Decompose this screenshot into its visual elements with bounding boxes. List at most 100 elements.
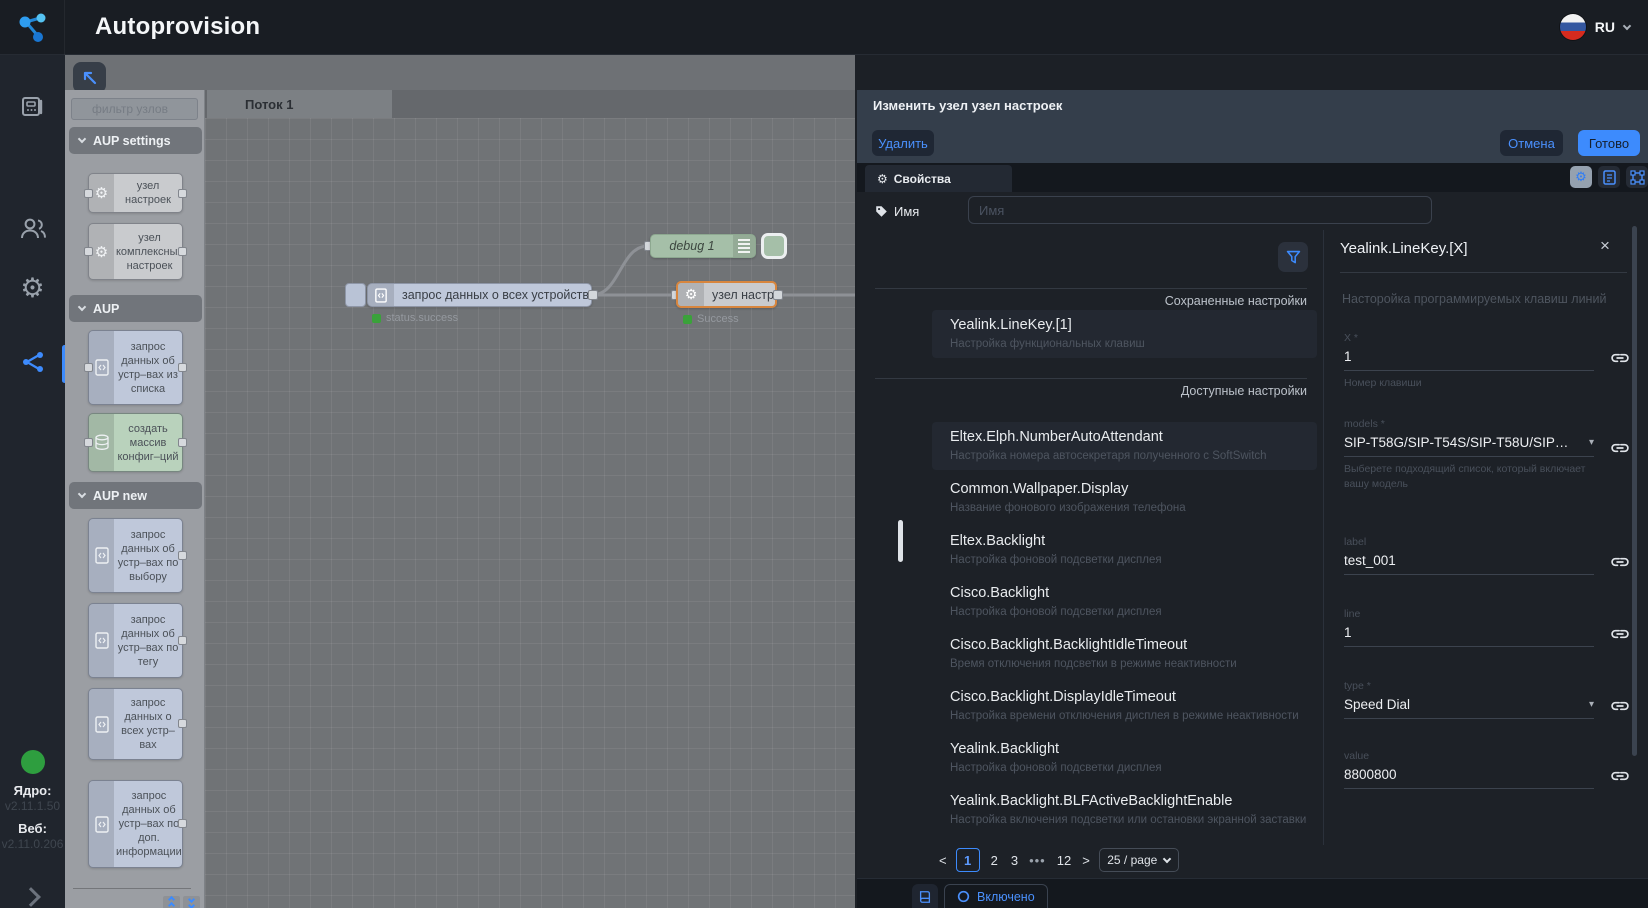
flow-node-query-all-devices[interactable]: запрос данных о всех устройствах — [367, 283, 592, 307]
page-size-select[interactable]: 25 / page — [1099, 848, 1179, 872]
panel-footer: Включено — [857, 878, 1648, 908]
pages-ellipsis[interactable]: ••• — [1029, 853, 1046, 868]
field-value-select[interactable]: Speed Dial▾ — [1344, 697, 1594, 712]
field-help: Номер клавиши — [1344, 376, 1594, 391]
node-label: запрос данных об устр–вах по тегу — [114, 604, 182, 677]
editor-toolbar — [65, 55, 855, 90]
flow-node-debug-1[interactable]: debug 1 — [650, 234, 756, 258]
funnel-icon — [1285, 249, 1302, 266]
list-scrollbar-thumb[interactable] — [898, 520, 903, 562]
molecule-logo-icon — [14, 10, 50, 46]
page-3-button[interactable]: 3 — [1009, 853, 1020, 868]
docs-button[interactable] — [912, 884, 938, 908]
share-network-icon — [19, 348, 47, 376]
list-item[interactable]: Cisco.Backlight Настройка фоновой подсве… — [932, 578, 1317, 626]
panel-header: Изменить узел узел настроек Удалить Отме… — [857, 90, 1648, 163]
appearance-view-button[interactable] — [1626, 166, 1648, 188]
node-label: запрос данных о всех устройствах — [394, 284, 592, 306]
palette-node-settings[interactable]: ⚙ узел настроек — [88, 173, 183, 213]
tab-properties[interactable]: ⚙ Свойства — [865, 165, 1012, 192]
page-12-button[interactable]: 12 — [1055, 853, 1073, 868]
link-icon[interactable] — [1608, 346, 1632, 370]
link-icon[interactable] — [1608, 550, 1632, 574]
list-item[interactable]: Eltex.Backlight Настройка фоновой подсве… — [932, 526, 1317, 574]
palette-node-query-by-choice[interactable]: запрос данных об устр–вах по выбору — [88, 518, 183, 593]
flow-canvas[interactable]: запрос данных о всех устройствах status.… — [205, 118, 855, 908]
list-item-saved[interactable]: Yealink.LineKey.[1] Настройка функционал… — [932, 310, 1317, 358]
palette-node-query-by-extra-info[interactable]: запрос данных об устр–вах по доп. информ… — [88, 780, 183, 868]
link-icon[interactable] — [1608, 694, 1632, 718]
sidebar-item-flows[interactable] — [0, 348, 65, 376]
palette-category-aup-new[interactable]: AUP new — [69, 482, 202, 509]
field-value-input[interactable]: 1 — [1344, 625, 1594, 640]
properties-view-button[interactable]: ⚙ — [1570, 166, 1592, 188]
next-page-button[interactable]: > — [1082, 853, 1090, 868]
palette-node-query-all[interactable]: запрос данных о всех устр–вах — [88, 688, 183, 760]
file-code-icon — [89, 519, 114, 592]
status-dot — [372, 314, 381, 323]
app-logo[interactable] — [0, 0, 65, 55]
tab-flow-1[interactable]: Поток 1 — [207, 90, 392, 118]
detail-scrollbar-thumb[interactable] — [1632, 226, 1637, 756]
enabled-toggle[interactable]: Включено — [944, 884, 1048, 908]
field-value-select[interactable]: SIP-T58G/SIP-T54S/SIP-T58U/SIP…▾ — [1344, 435, 1594, 450]
node-output-port[interactable] — [588, 290, 598, 300]
palette-node-query-by-tag[interactable]: запрос данных об устр–вах по тегу — [88, 603, 183, 678]
list-item[interactable]: Yealink.Backlight.BLFActiveBacklightEnab… — [932, 786, 1317, 834]
collapse-all-categories-button[interactable] — [163, 896, 180, 908]
delete-button[interactable]: Удалить — [872, 130, 934, 156]
palette-category-aup-settings[interactable]: AUP settings — [69, 127, 202, 154]
node-label: запрос данных о всех устр–вах — [114, 689, 182, 759]
node-output-port — [178, 551, 187, 560]
setting-description: Настройка функциональных клавиш — [950, 338, 1145, 350]
list-item[interactable]: Yealink.Backlight Настройка фоновой подс… — [932, 734, 1317, 782]
prev-page-button[interactable]: < — [939, 853, 947, 868]
sidebar-item-phones[interactable] — [0, 93, 65, 121]
sidebar-item-settings[interactable]: ⚙ — [0, 273, 65, 304]
palette-node-create-config-array[interactable]: создать массив конфиг–ций — [88, 413, 183, 472]
expand-all-categories-button[interactable] — [183, 896, 200, 908]
double-chevron-down-icon — [188, 902, 195, 908]
setting-name: Cisco.Backlight.BacklightIdleTimeout — [950, 637, 1187, 653]
list-item[interactable]: Common.Wallpaper.Display Название фоново… — [932, 474, 1317, 522]
palette-filter-input[interactable] — [71, 98, 198, 120]
link-icon[interactable] — [1608, 436, 1632, 460]
page-1-button[interactable]: 1 — [956, 848, 980, 872]
node-output-port — [178, 189, 187, 198]
tab-label: Поток 1 — [245, 97, 293, 112]
palette-node-query-list[interactable]: запрос данных об устр–вах из списка — [88, 330, 183, 405]
node-status-text: Success — [697, 313, 739, 325]
done-button[interactable]: Готово — [1578, 130, 1640, 156]
page-2-button[interactable]: 2 — [989, 853, 1000, 868]
debug-toggle-button[interactable] — [761, 233, 787, 259]
app: Autoprovision RU ⚙ — [0, 0, 1648, 908]
pointer-tool-button[interactable] — [73, 62, 106, 93]
inject-button[interactable] — [345, 283, 366, 307]
palette-node-complex-settings[interactable]: ⚙ узел комплексных настроек — [88, 223, 183, 280]
field-models: models * SIP-T58G/SIP-T54S/SIP-T58U/SIP…… — [1344, 418, 1594, 492]
palette-category-aup[interactable]: AUP — [69, 295, 202, 322]
gear-icon: ⚙ — [20, 273, 44, 304]
double-chevron-up-icon — [168, 902, 175, 908]
field-line: line 1 — [1344, 608, 1594, 647]
field-value-input[interactable]: 1 — [1344, 349, 1594, 364]
available-settings-header: Доступные настройки — [857, 384, 1307, 398]
language-switcher[interactable]: RU — [1560, 14, 1630, 40]
field-value-input[interactable]: 8800800 — [1344, 767, 1594, 782]
cancel-button[interactable]: Отмена — [1500, 130, 1563, 156]
expand-sidebar-button[interactable] — [21, 887, 41, 907]
flow-tab-bar: Поток 1 — [205, 90, 855, 118]
field-value-input[interactable]: test_001 — [1344, 553, 1594, 568]
sidebar-item-users[interactable] — [0, 215, 65, 241]
link-icon[interactable] — [1608, 764, 1632, 788]
node-output-port — [178, 719, 187, 728]
flow-node-settings-selected[interactable]: ⚙ узел настроек — [676, 281, 777, 308]
list-item[interactable]: Cisco.Backlight.DisplayIdleTimeout Настр… — [932, 682, 1317, 730]
close-icon[interactable]: × — [1600, 236, 1610, 256]
filter-settings-button[interactable] — [1278, 242, 1308, 272]
list-item[interactable]: Cisco.Backlight.BacklightIdleTimeout Вре… — [932, 630, 1317, 678]
link-icon[interactable] — [1608, 622, 1632, 646]
node-output-port[interactable] — [773, 290, 783, 300]
list-item[interactable]: Eltex.Elph.NumberAutoAttendant Настройка… — [932, 422, 1317, 470]
description-view-button[interactable] — [1598, 166, 1620, 188]
